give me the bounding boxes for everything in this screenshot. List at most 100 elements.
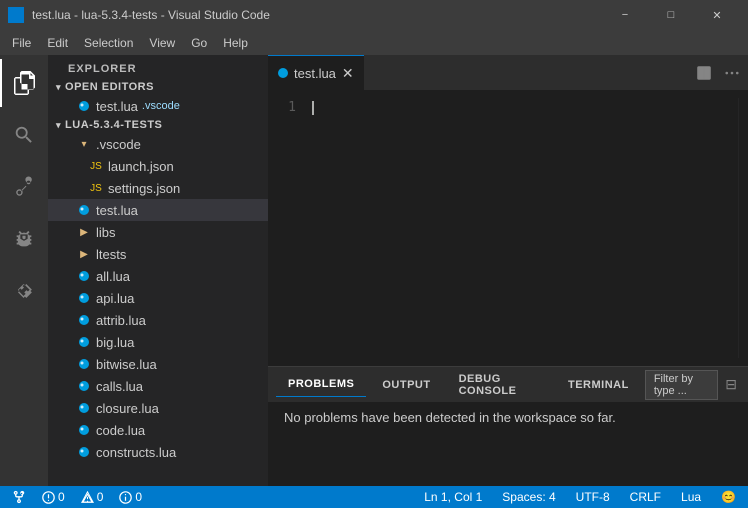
info-count: 0	[135, 490, 142, 504]
line-number-1: 1	[268, 98, 296, 117]
app-icon	[8, 7, 24, 23]
window-controls: − □ ✕	[602, 0, 740, 30]
calls-lua-name: calls.lua	[96, 379, 143, 394]
sidebar-item-calls-lua[interactable]: calls.lua	[48, 375, 268, 397]
status-left: 0 0 0	[8, 486, 146, 508]
sidebar-item-closure-lua[interactable]: closure.lua	[48, 397, 268, 419]
sidebar-item-libs[interactable]: ▶ libs	[48, 221, 268, 243]
lua-icon-constructs	[76, 444, 92, 460]
text-cursor	[312, 101, 314, 115]
close-button[interactable]: ✕	[694, 0, 740, 30]
status-right: Ln 1, Col 1 Spaces: 4 UTF-8 CRLF Lua 😊	[420, 486, 740, 508]
warnings-item[interactable]: 0	[77, 486, 108, 508]
sidebar-item-code-lua[interactable]: code.lua	[48, 419, 268, 441]
minimize-button[interactable]: −	[602, 0, 648, 30]
panel-tab-terminal[interactable]: TERMINAL	[556, 373, 641, 397]
sidebar-item-attrib-lua[interactable]: attrib.lua	[48, 309, 268, 331]
spaces-item[interactable]: Spaces: 4	[498, 486, 559, 508]
statusbar: 0 0 0 Ln 1, Col 1 Spaces: 4 UTF-8 CRLF L…	[0, 486, 748, 508]
tab-actions	[692, 55, 748, 90]
cursor-position-item[interactable]: Ln 1, Col 1	[420, 486, 486, 508]
attrib-lua-name: attrib.lua	[96, 313, 146, 328]
language-label: Lua	[681, 490, 701, 504]
libs-name: libs	[96, 225, 116, 240]
project-section[interactable]: ▾ LUA-5.3.4-TESTS	[48, 117, 268, 133]
encoding-item[interactable]: UTF-8	[572, 486, 614, 508]
main-layout: Explorer ▾ Open Editors test.lua .vscode…	[0, 55, 748, 486]
project-chevron: ▾	[56, 120, 61, 131]
code-editor[interactable]: 1	[268, 90, 748, 366]
line-ending-item[interactable]: CRLF	[626, 486, 665, 508]
constructs-lua-name: constructs.lua	[96, 445, 176, 460]
all-lua-name: all.lua	[96, 269, 130, 284]
sidebar-header: Explorer	[48, 55, 268, 79]
panel-filter: Filter by type ... ⊟	[645, 370, 740, 400]
tab-close-button[interactable]: ✕	[342, 65, 354, 82]
debug-activity-icon[interactable]	[0, 215, 48, 263]
sidebar-item-big-lua[interactable]: big.lua	[48, 331, 268, 353]
smiley-icon: 😊	[721, 490, 736, 504]
editor-tab-test-lua[interactable]: test.lua ✕	[268, 55, 364, 90]
extensions-activity-icon[interactable]	[0, 267, 48, 315]
lua-icon-all	[76, 268, 92, 284]
source-control-activity-icon[interactable]	[0, 163, 48, 211]
code-content[interactable]	[308, 98, 738, 358]
json-icon-launch: JS	[88, 158, 104, 174]
panel-tab-output[interactable]: OUTPUT	[370, 373, 442, 397]
sidebar-item-vscode-folder[interactable]: ▾ .vscode	[48, 133, 268, 155]
sidebar-item-test-lua[interactable]: test.lua	[48, 199, 268, 221]
tab-bar: test.lua ✕	[268, 55, 748, 90]
lua-icon-closure	[76, 400, 92, 416]
sidebar-item-constructs-lua[interactable]: constructs.lua	[48, 441, 268, 463]
panel-tab-debug-console[interactable]: DEBUG CONSOLE	[447, 367, 552, 403]
menu-file[interactable]: File	[4, 30, 39, 55]
git-branch-item[interactable]	[8, 486, 30, 508]
window-title: test.lua - lua-5.3.4-tests - Visual Stud…	[32, 8, 602, 22]
explorer-activity-icon[interactable]	[0, 59, 48, 107]
sidebar-item-settings-json[interactable]: JS settings.json	[48, 177, 268, 199]
errors-item[interactable]: 0	[38, 486, 69, 508]
sidebar-item-all-lua[interactable]: all.lua	[48, 265, 268, 287]
editor-scrollbar[interactable]	[738, 98, 748, 358]
menu-view[interactable]: View	[141, 30, 183, 55]
lua-icon-test	[76, 202, 92, 218]
open-editor-test-lua[interactable]: test.lua .vscode	[48, 95, 268, 117]
sidebar-item-launch-json[interactable]: JS launch.json	[48, 155, 268, 177]
closure-lua-name: closure.lua	[96, 401, 159, 416]
sidebar-item-api-lua[interactable]: api.lua	[48, 287, 268, 309]
line-ending-label: CRLF	[630, 490, 661, 504]
open-editors-section[interactable]: ▾ Open Editors	[48, 79, 268, 95]
lua-icon-attrib	[76, 312, 92, 328]
more-actions-button[interactable]	[720, 61, 744, 85]
project-label: LUA-5.3.4-TESTS	[65, 119, 162, 131]
sidebar-item-ltests[interactable]: ▶ ltests	[48, 243, 268, 265]
settings-json-name: settings.json	[108, 181, 180, 196]
error-count: 0	[58, 490, 65, 504]
language-item[interactable]: Lua	[677, 486, 705, 508]
menu-edit[interactable]: Edit	[39, 30, 76, 55]
split-editor-button[interactable]	[692, 61, 716, 85]
menubar: File Edit Selection View Go Help	[0, 30, 748, 55]
test-lua-name: test.lua	[96, 203, 138, 218]
panel-layout-button[interactable]: ⊟	[722, 373, 740, 397]
info-item[interactable]: 0	[115, 486, 146, 508]
open-editors-chevron: ▾	[56, 82, 61, 93]
json-icon-settings: JS	[88, 180, 104, 196]
sidebar: Explorer ▾ Open Editors test.lua .vscode…	[48, 55, 268, 486]
lua-icon-api	[76, 290, 92, 306]
lua-icon-code	[76, 422, 92, 438]
panel-tab-problems[interactable]: PROBLEMS	[276, 372, 366, 397]
tab-lua-icon	[278, 68, 288, 78]
panel-content: No problems have been detected in the wo…	[268, 402, 748, 486]
maximize-button[interactable]: □	[648, 0, 694, 30]
menu-selection[interactable]: Selection	[76, 30, 141, 55]
menu-go[interactable]: Go	[183, 30, 215, 55]
filter-by-type-button[interactable]: Filter by type ...	[645, 370, 718, 400]
no-problems-message: No problems have been detected in the wo…	[284, 410, 616, 425]
feedback-icon[interactable]: 😊	[717, 486, 740, 508]
sidebar-item-bitwise-lua[interactable]: bitwise.lua	[48, 353, 268, 375]
warning-count: 0	[97, 490, 104, 504]
menu-help[interactable]: Help	[215, 30, 256, 55]
activity-bar	[0, 55, 48, 486]
search-activity-icon[interactable]	[0, 111, 48, 159]
